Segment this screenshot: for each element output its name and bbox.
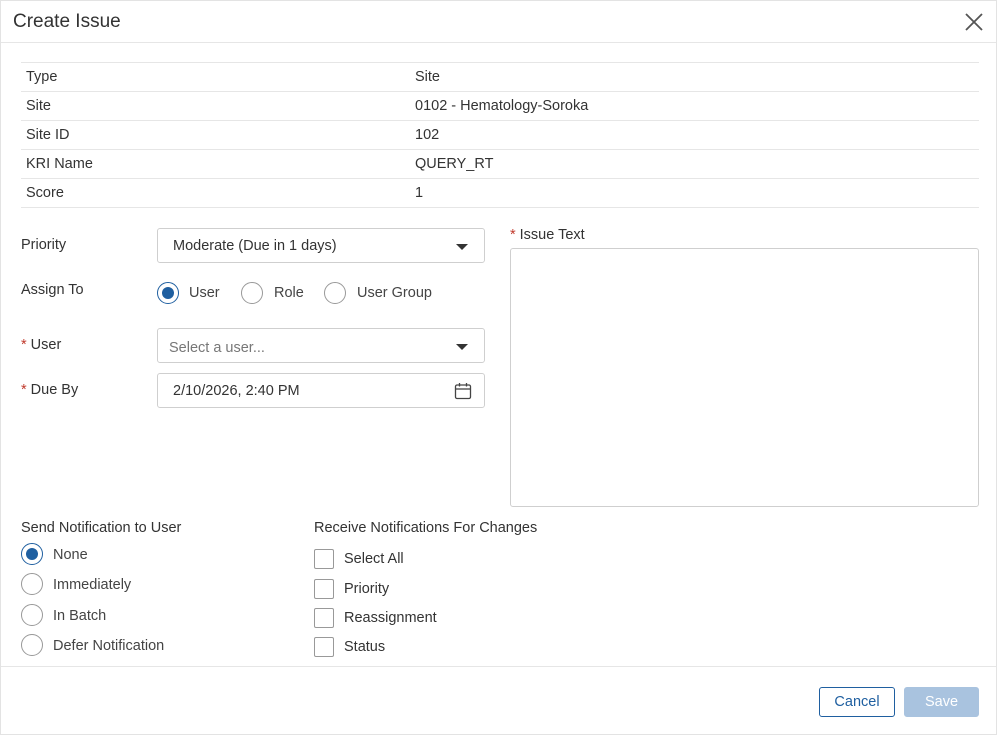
user-select[interactable]: Select a user...: [157, 328, 485, 363]
receive-notifications-label: Receive Notifications For Changes: [314, 520, 538, 536]
info-value: 102: [415, 127, 440, 143]
priority-checkbox[interactable]: [314, 579, 334, 599]
send-notification-label: Send Notification to User: [21, 520, 182, 536]
status-label: Status: [344, 639, 386, 655]
due-by-label: * Due By: [21, 382, 78, 398]
required-marker: *: [510, 227, 516, 243]
required-marker: *: [21, 382, 27, 398]
notify-immediately-radio[interactable]: [21, 573, 43, 595]
info-value: 0102 - Hematology-Soroka: [415, 98, 589, 114]
save-button[interactable]: Save: [904, 687, 979, 717]
notify-none-label: None: [53, 547, 88, 563]
calendar-icon[interactable]: [454, 382, 472, 400]
info-label: Site: [26, 98, 51, 114]
notify-defer-label: Defer Notification: [53, 638, 165, 654]
dialog-footer: Cancel Save: [1, 666, 996, 734]
chevron-down-icon: [456, 244, 468, 250]
notify-defer-radio[interactable]: [21, 634, 43, 656]
chevron-down-icon: [456, 344, 468, 350]
notify-in-batch-label: In Batch: [53, 608, 107, 624]
select-all-checkbox[interactable]: [314, 549, 334, 569]
info-value: 1: [415, 185, 424, 201]
info-row-kri-name: KRI Name QUERY_RT: [21, 150, 979, 179]
status-checkbox[interactable]: [314, 637, 334, 657]
info-value: Site: [415, 69, 440, 85]
info-label: Score: [26, 185, 64, 201]
info-label: KRI Name: [26, 156, 93, 172]
close-icon[interactable]: [964, 12, 984, 32]
info-label: Type: [26, 69, 58, 85]
assign-role-label: Role: [274, 285, 304, 301]
issue-text-label-text: Issue Text: [519, 227, 585, 243]
info-label: Site ID: [26, 127, 70, 143]
assign-user-group-label: User Group: [357, 285, 432, 301]
priority-label: Priority: [21, 237, 67, 253]
issue-info-table: Type Site Site 0102 - Hematology-Soroka …: [21, 62, 979, 208]
create-issue-dialog: Create Issue Type Site Site 0102 - Hemat…: [0, 0, 997, 735]
info-row-type: Type Site: [21, 63, 979, 92]
due-by-label-text: Due By: [30, 382, 79, 398]
assign-user-group-radio[interactable]: [324, 282, 346, 304]
user-label-text: User: [30, 337, 62, 353]
reassignment-checkbox[interactable]: [314, 608, 334, 628]
issue-text-area[interactable]: [510, 248, 979, 507]
info-row-site: Site 0102 - Hematology-Soroka: [21, 92, 979, 121]
priority-value: Moderate (Due in 1 days): [173, 238, 337, 254]
dialog-title: Create Issue: [13, 11, 121, 32]
assign-user-radio[interactable]: [157, 282, 179, 304]
reassignment-label: Reassignment: [344, 610, 437, 626]
info-value: QUERY_RT: [415, 156, 494, 172]
due-by-input[interactable]: 2/10/2026, 2:40 PM: [157, 373, 485, 408]
select-all-label: Select All: [344, 551, 404, 567]
dialog-header: Create Issue: [1, 1, 996, 43]
required-marker: *: [21, 337, 27, 353]
user-placeholder: Select a user...: [169, 340, 265, 356]
assign-user-label: User: [189, 285, 220, 301]
assign-role-radio[interactable]: [241, 282, 263, 304]
notify-immediately-label: Immediately: [53, 577, 132, 593]
info-row-score: Score 1: [21, 179, 979, 208]
notify-none-radio[interactable]: [21, 543, 43, 565]
info-row-site-id: Site ID 102: [21, 121, 979, 150]
cancel-button[interactable]: Cancel: [819, 687, 895, 717]
issue-text-label: * Issue Text: [510, 227, 585, 243]
user-label: * User: [21, 337, 61, 353]
priority-select[interactable]: Moderate (Due in 1 days): [157, 228, 485, 263]
priority-checkbox-label: Priority: [344, 581, 390, 597]
notify-in-batch-radio[interactable]: [21, 604, 43, 626]
assign-to-label: Assign To: [21, 282, 84, 298]
due-by-value: 2/10/2026, 2:40 PM: [173, 383, 300, 399]
